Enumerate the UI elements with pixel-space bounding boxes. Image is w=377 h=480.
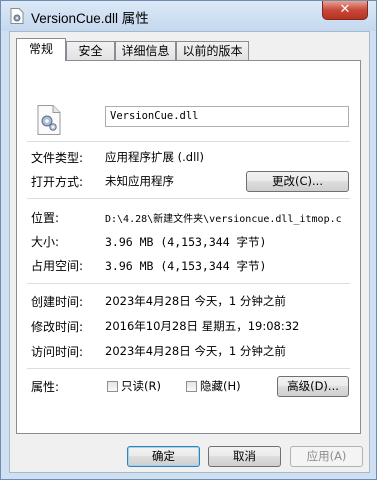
tab-security[interactable]: 安全 [66, 41, 115, 60]
dll-file-icon [37, 105, 61, 135]
file-name-field[interactable]: VersionCue.dll [105, 106, 349, 127]
close-button[interactable]: ✕ [322, 1, 368, 20]
size-on-disk-value: 3.96 MB (4,153,344 字节) [105, 259, 267, 273]
accessed-label: 访问时间: [31, 345, 84, 359]
separator [27, 141, 350, 142]
dll-file-icon [10, 8, 24, 24]
file-type-label: 文件类型: [31, 151, 84, 165]
hidden-checkbox[interactable] [186, 381, 197, 392]
advanced-button[interactable]: 高级(D)... [277, 376, 349, 397]
modified-label: 修改时间: [31, 320, 84, 334]
tab-details[interactable]: 详细信息 [115, 41, 176, 60]
size-on-disk-label: 占用空间: [31, 259, 84, 273]
dialog-body: 常规 安全 详细信息 以前的版本 VersionCue.dll 文件类型: 应用… [9, 31, 370, 473]
hidden-label[interactable]: 隐藏(H) [200, 378, 241, 394]
file-type-value: 应用程序扩展 (.dll) [105, 150, 204, 164]
size-value: 3.96 MB (4,153,344 字节) [105, 235, 267, 249]
created-value: 2023年4月28日 今天，1 分钟之前 [105, 294, 286, 308]
ok-button[interactable]: 确定 [127, 446, 200, 467]
modified-value: 2016年10月28日 星期五，19:08:32 [105, 319, 300, 333]
apply-button[interactable]: 应用(A) [290, 446, 363, 467]
size-label: 大小: [31, 235, 60, 249]
tab-general[interactable]: 常规 [16, 38, 66, 61]
accessed-value: 2023年4月28日 今天，1 分钟之前 [105, 344, 286, 358]
readonly-checkbox[interactable] [107, 381, 118, 392]
readonly-label[interactable]: 只读(R) [121, 378, 161, 394]
created-label: 创建时间: [31, 295, 84, 309]
properties-window: VersionCue.dll 属性 ✕ 常规 安全 详细信息 以前的版本 Ver… [0, 0, 377, 480]
general-tab-panel: VersionCue.dll 文件类型: 应用程序扩展 (.dll) 打开方式:… [16, 60, 361, 434]
location-label: 位置: [31, 211, 60, 225]
attributes-label: 属性: [31, 380, 60, 394]
open-with-label: 打开方式: [31, 175, 84, 189]
change-button[interactable]: 更改(C)... [246, 171, 349, 192]
tab-previous-versions[interactable]: 以前的版本 [176, 41, 249, 60]
separator [27, 368, 350, 369]
location-value: D:\4.28\新建文件夹\versioncue.dll_itmop.c [105, 214, 342, 225]
separator [27, 198, 350, 199]
window-title: VersionCue.dll 属性 [31, 11, 149, 26]
open-with-value: 未知应用程序 [105, 174, 174, 188]
title-bar[interactable]: VersionCue.dll 属性 ✕ [1, 1, 376, 31]
cancel-button[interactable]: 取消 [208, 446, 281, 467]
separator [27, 283, 350, 284]
